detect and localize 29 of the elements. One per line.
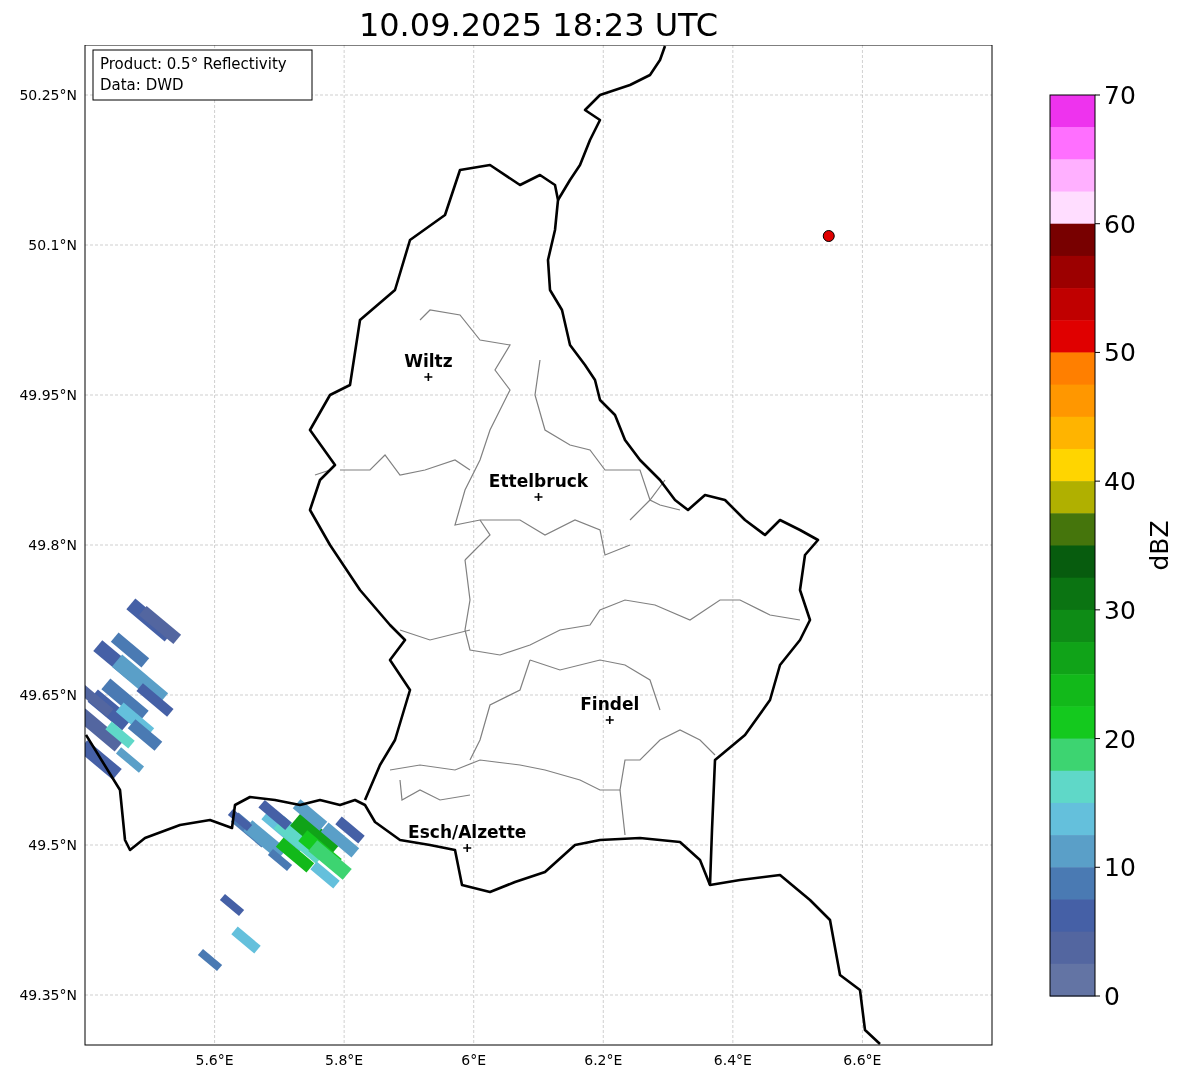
y-tick-label: 50.1°N [28,237,77,253]
city-label: Esch/Alzette [408,822,527,842]
info-text: Product: 0.5° Reflectivity [100,55,287,73]
x-tick-label: 5.8°E [325,1052,364,1068]
y-tick-label: 49.8°N [28,537,77,553]
city-label: Wiltz [404,351,453,371]
colorbar-tick-label: 0 [1104,982,1120,1011]
x-tick-label: 6°E [461,1052,487,1068]
colorbar-tick-label: 70 [1104,81,1136,110]
y-tick-label: 49.35°N [19,987,77,1003]
y-tick-label: 49.65°N [19,687,77,703]
colorbar-tick-label: 10 [1104,853,1136,883]
x-tick-label: 6.4°E [713,1052,752,1068]
x-tick-label: 6.2°E [584,1052,623,1068]
colorbar-tick-label: 40 [1104,467,1136,497]
y-tick-label: 49.95°N [19,387,77,403]
colorbar-tick-label: 20 [1104,724,1136,754]
info-text: Data: DWD [100,76,184,94]
colorbar-label: dBZ [1145,520,1174,571]
x-tick-label: 5.6°E [195,1052,234,1068]
chart-title: 10.09.2025 18:23 UTC [358,5,719,45]
colorbar-tick-label: 30 [1104,595,1136,625]
colorbar-tick-label: 50 [1104,338,1136,368]
y-tick-label: 49.5°N [28,837,77,853]
colorbar-tick-label: 60 [1104,209,1136,239]
city-label: Ettelbruck [488,471,589,491]
y-tick-label: 50.25°N [19,87,77,103]
x-tick-label: 6.6°E [843,1052,882,1068]
city-label: Findel [580,694,640,714]
